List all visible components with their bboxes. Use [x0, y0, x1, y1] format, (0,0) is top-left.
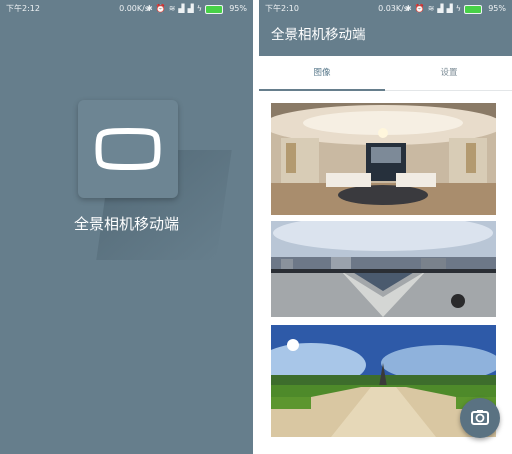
page-title: 全景相机移动端: [271, 27, 366, 43]
splash-app-title: 全景相机移动端: [73, 215, 179, 233]
gallery-screen: 下午2:10 0.03K/s ✱ ⏰ ≋ ▟ ▟ ϟ 95% 全景相机移动端 图…: [259, 0, 512, 454]
camera-fab-button[interactable]: [460, 398, 500, 438]
signal-icon: ▟: [437, 4, 444, 13]
tab-bar: 图像 设置: [259, 56, 512, 91]
charging-icon: ϟ: [196, 4, 202, 13]
battery-icon: [205, 4, 223, 14]
status-network-speed: 0.00K/s: [119, 4, 149, 13]
bluetooth-icon: ✱: [146, 4, 153, 13]
battery-percent: 95%: [229, 4, 247, 13]
tab-images[interactable]: 图像: [259, 56, 385, 90]
status-icons: ✱ ⏰ ≋ ▟ ▟ ϟ: [405, 0, 482, 18]
status-time: 下午2:12: [6, 4, 40, 13]
app-logo: [78, 100, 178, 198]
camera-icon: [471, 410, 489, 425]
charging-icon: ϟ: [455, 4, 461, 13]
tab-settings[interactable]: 设置: [386, 56, 512, 90]
alarm-icon: ⏰: [155, 4, 166, 13]
status-network-speed: 0.03K/s: [378, 4, 408, 13]
alarm-icon: ⏰: [414, 4, 425, 13]
status-bar: 下午2:10 0.03K/s ✱ ⏰ ≋ ▟ ▟ ϟ 95%: [259, 0, 512, 18]
status-bar: 下午2:12 0.00K/s ✱ ⏰ ≋ ▟ ▟ ϟ 95%: [0, 0, 253, 18]
app-bar: 下午2:10 0.03K/s ✱ ⏰ ≋ ▟ ▟ ϟ 95% 全景相机移动端: [259, 0, 512, 56]
splash-screen: 下午2:12 0.00K/s ✱ ⏰ ≋ ▟ ▟ ϟ 95% 全景相机移动端: [0, 0, 253, 454]
battery-icon: [464, 4, 482, 14]
status-time: 下午2:10: [265, 4, 299, 13]
tv-screen-icon: [95, 128, 161, 170]
signal-icon: ▟: [178, 4, 185, 13]
signal-icon: ▟: [446, 4, 453, 13]
status-icons: ✱ ⏰ ≋ ▟ ▟ ϟ: [146, 0, 223, 18]
signal-icon: ▟: [187, 4, 194, 13]
wifi-icon: ≋: [427, 4, 435, 13]
bluetooth-icon: ✱: [405, 4, 412, 13]
panorama-thumbnail-rooftop[interactable]: [271, 221, 496, 317]
panorama-thumbnail-interior[interactable]: [271, 103, 496, 215]
wifi-icon: ≋: [168, 4, 176, 13]
battery-percent: 95%: [488, 4, 506, 13]
